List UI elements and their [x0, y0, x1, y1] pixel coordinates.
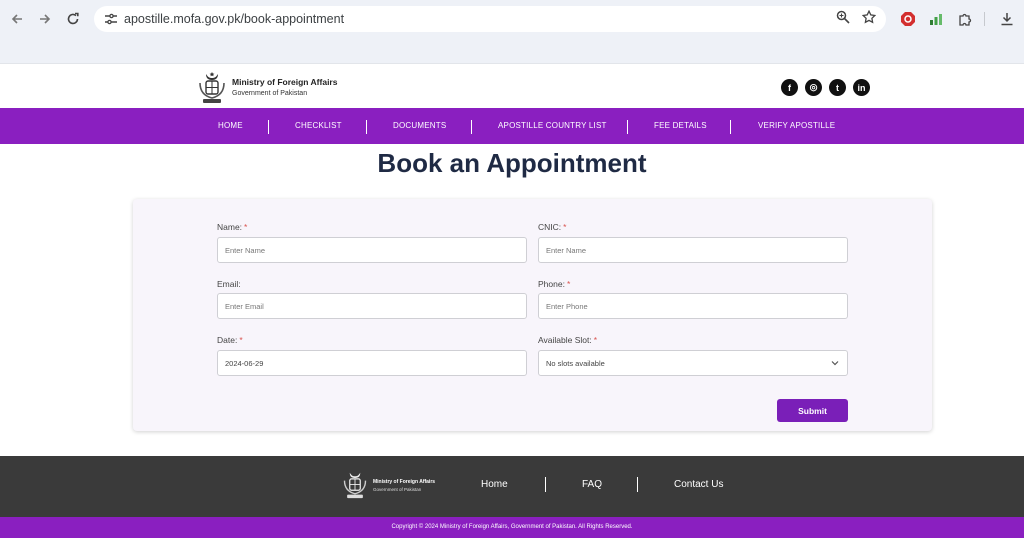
nav-documents[interactable]: DOCUMENTS	[393, 108, 446, 144]
main-navbar: HOME CHECKLIST DOCUMENTS APOSTILLE COUNT…	[0, 108, 1024, 144]
linkedin-icon[interactable]: in	[853, 79, 870, 96]
nav-divider	[627, 120, 628, 134]
nav-verify-apostille[interactable]: VERIFY APOSTILLE	[758, 108, 835, 144]
social-links: f ◎ t in	[781, 79, 870, 96]
facebook-icon[interactable]: f	[781, 79, 798, 96]
pakistan-emblem-icon	[343, 472, 367, 499]
cnic-input[interactable]: Enter Name	[538, 237, 848, 263]
site-header: Ministry of Foreign Affairs Government o…	[0, 65, 1024, 108]
date-label: Date: *	[217, 335, 243, 345]
nav-home[interactable]: HOME	[218, 108, 243, 144]
slot-select[interactable]: No slots available	[538, 350, 848, 376]
reload-icon[interactable]	[63, 9, 83, 29]
submit-button[interactable]: Submit	[777, 399, 848, 422]
slot-select-value: No slots available	[546, 358, 605, 368]
address-bar[interactable]: apostille.mofa.gov.pk/book-appointment	[94, 6, 886, 32]
slot-label: Available Slot: *	[538, 335, 598, 345]
footer-link-contact-us[interactable]: Contact Us	[674, 479, 723, 490]
nav-divider	[471, 120, 472, 134]
twitter-icon[interactable]: t	[829, 79, 846, 96]
footer-link-faq[interactable]: FAQ	[582, 479, 602, 490]
nav-divider	[730, 120, 731, 134]
gov-name: Government of Pakistan	[232, 90, 308, 97]
nav-apostille-country-list[interactable]: APOSTILLE COUNTRY LIST	[498, 108, 607, 144]
signal-extension-icon[interactable]	[926, 9, 946, 29]
extensions-puzzle-icon[interactable]	[955, 9, 975, 29]
bookmark-star-icon[interactable]	[861, 9, 877, 29]
nav-divider	[268, 120, 269, 134]
nav-fee-details[interactable]: FEE DETAILS	[654, 108, 707, 144]
url-text: apostille.mofa.gov.pk/book-appointment	[124, 12, 345, 26]
chevron-down-icon	[831, 361, 839, 366]
footer-logo[interactable]: Ministry of Foreign Affairs Government o…	[341, 470, 435, 500]
email-label: Email:	[217, 279, 241, 289]
appointment-form: Name: * Enter Name CNIC: * Enter Name Emai…	[133, 199, 932, 431]
nav-divider	[366, 120, 367, 134]
date-input[interactable]: 2024-06-29	[217, 350, 527, 376]
footer-gov-name: Government of Pakistan	[373, 486, 422, 492]
nav-checklist[interactable]: CHECKLIST	[295, 108, 342, 144]
footer-link-home[interactable]: Home	[481, 479, 508, 490]
site-info-icon[interactable]	[98, 13, 124, 25]
back-icon[interactable]	[7, 9, 27, 29]
pakistan-emblem-icon	[199, 72, 225, 103]
site-footer: Ministry of Foreign Affairs Government o…	[0, 456, 1024, 517]
email-input[interactable]: Enter Email	[217, 293, 527, 319]
footer-org-name: Ministry of Foreign Affairs	[373, 478, 436, 485]
copyright-bar: Copyright © 2024 Ministry of Foreign Aff…	[0, 517, 1024, 538]
download-icon[interactable]	[997, 9, 1017, 29]
footer-divider	[545, 477, 546, 492]
phone-input[interactable]: Enter Phone	[538, 293, 848, 319]
footer-divider	[637, 477, 638, 492]
zoom-icon[interactable]	[836, 10, 850, 29]
site-logo[interactable]: Ministry of Foreign Affairs Government o…	[196, 71, 337, 105]
phone-label: Phone: *	[538, 279, 571, 289]
instagram-icon[interactable]: ◎	[805, 79, 822, 96]
org-name: Ministry of Foreign Affairs	[232, 77, 338, 87]
cnic-label: CNIC: *	[538, 222, 567, 232]
toolbar-divider	[984, 12, 985, 26]
name-label: Name: *	[217, 222, 248, 232]
browser-toolbar: apostille.mofa.gov.pk/book-appointment	[0, 0, 1024, 64]
adblock-extension-icon[interactable]	[898, 9, 918, 29]
name-input[interactable]: Enter Name	[217, 237, 527, 263]
page-title: Book an Appointment	[377, 148, 647, 178]
forward-icon[interactable]	[35, 9, 55, 29]
